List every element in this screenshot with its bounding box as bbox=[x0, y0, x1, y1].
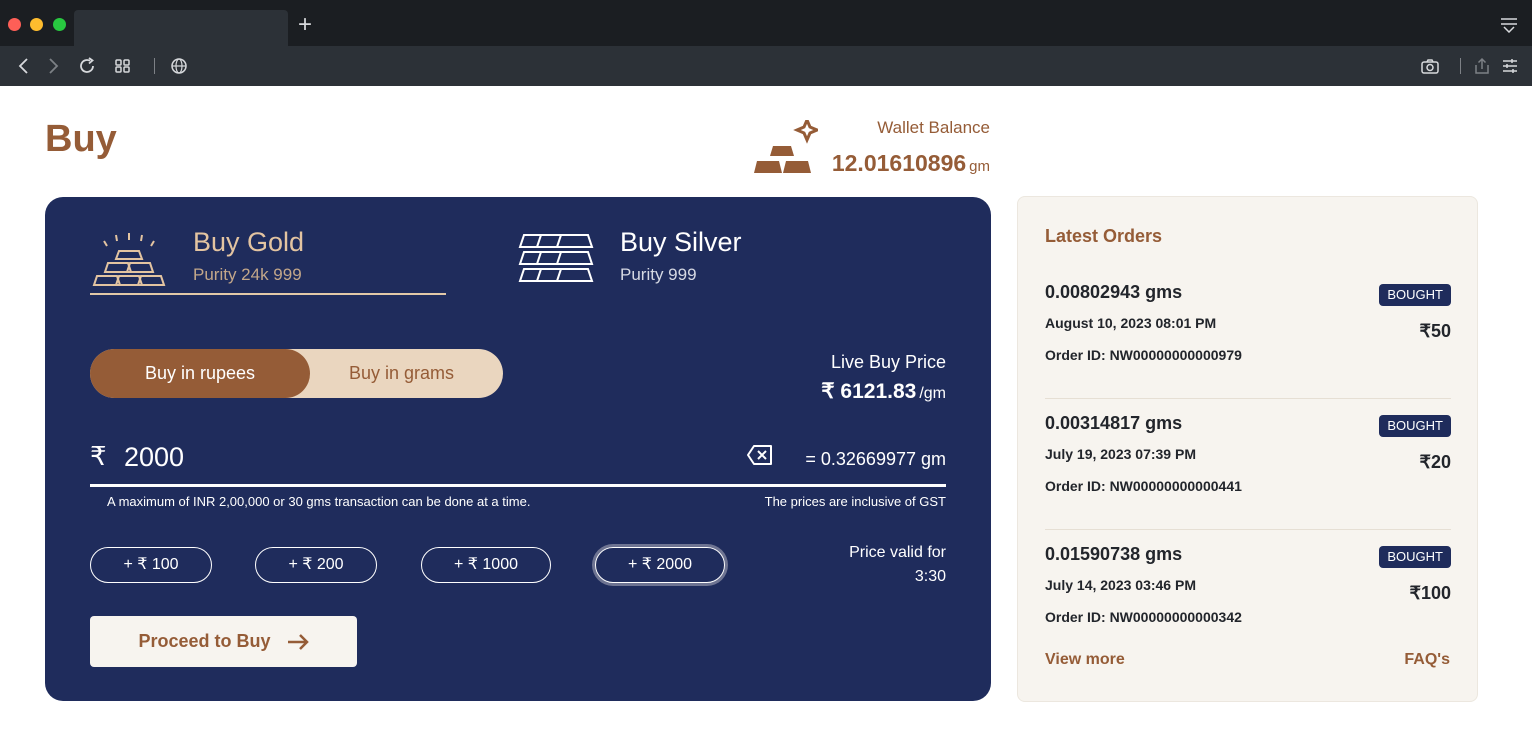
order-amount: ₹50 bbox=[1419, 321, 1451, 341]
order-status-badge: BOUGHT bbox=[1379, 415, 1451, 437]
buy-panel: Buy Gold Purity 24k 999 Buy Silver Purit… bbox=[45, 197, 991, 701]
order-status-badge: BOUGHT bbox=[1379, 546, 1451, 568]
new-tab-button[interactable]: + bbox=[292, 12, 318, 38]
page-content: Buy Wallet Balance 12.01610896 gm Buy Go… bbox=[0, 86, 1532, 756]
wallet-balance-amount: 12.01610896 bbox=[831, 150, 967, 176]
rupee-symbol: ₹ bbox=[90, 441, 107, 471]
buy-in-grams-button[interactable]: Buy in grams bbox=[300, 349, 503, 398]
tab-grid-icon[interactable] bbox=[113, 56, 133, 76]
forward-icon[interactable] bbox=[43, 56, 63, 76]
order-id: Order ID: NW00000000000441 bbox=[1045, 478, 1242, 494]
wallet-balance-value: 12.01610896 gm bbox=[790, 150, 990, 177]
live-buy-price-label: Live Buy Price bbox=[830, 352, 946, 372]
back-icon[interactable] bbox=[14, 56, 34, 76]
quick-add-100-button[interactable]: + ₹ 100 bbox=[90, 547, 212, 583]
buy-in-rupees-button[interactable]: Buy in rupees bbox=[90, 349, 310, 398]
page-title: Buy bbox=[45, 118, 117, 160]
browser-tab-active[interactable] bbox=[74, 10, 288, 46]
price-valid-label: Price valid for bbox=[849, 544, 946, 561]
view-more-link[interactable]: View more bbox=[1045, 651, 1125, 669]
latest-orders-panel: Latest Orders 0.00802943 gms August 10, … bbox=[1017, 196, 1478, 702]
order-quantity: 0.00802943 gms bbox=[1045, 282, 1183, 302]
wallet-balance-unit: gm bbox=[969, 158, 990, 175]
proceed-to-buy-label: Proceed to Buy bbox=[138, 631, 271, 651]
faqs-link[interactable]: FAQ's bbox=[1404, 651, 1450, 669]
quick-add-200-button[interactable]: + ₹ 200 bbox=[255, 547, 377, 583]
order-quantity: 0.00314817 gms bbox=[1045, 413, 1183, 433]
tab-list-icon[interactable] bbox=[1500, 17, 1518, 33]
transaction-limit-note: A maximum of INR 2,00,000 or 30 gms tran… bbox=[107, 494, 531, 509]
browser-toolbar bbox=[0, 46, 1532, 86]
buy-gold-label: Buy Gold bbox=[193, 227, 305, 257]
order-id: Order ID: NW00000000000979 bbox=[1045, 347, 1242, 363]
settings-sliders-icon[interactable] bbox=[1500, 56, 1520, 76]
window-minimize-button[interactable] bbox=[30, 18, 43, 31]
order-item[interactable]: 0.00314817 gms July 19, 2023 07:39 PM Or… bbox=[1045, 410, 1451, 530]
order-date: August 10, 2023 08:01 PM bbox=[1045, 315, 1217, 331]
order-id: Order ID: NW00000000000342 bbox=[1045, 609, 1242, 625]
order-amount: ₹100 bbox=[1409, 583, 1451, 603]
wallet-balance-label: Wallet Balance bbox=[877, 118, 990, 137]
price-valid-timer: 3:30 bbox=[914, 568, 946, 585]
tab-buy-gold[interactable]: Buy Gold Purity 24k 999 bbox=[90, 225, 446, 295]
quick-add-2000-button[interactable]: + ₹ 2000 bbox=[595, 547, 725, 583]
buy-mode-toggle: Buy in grams Buy in rupees bbox=[90, 349, 503, 398]
order-item[interactable]: 0.01590738 gms July 14, 2023 03:46 PM Or… bbox=[1045, 541, 1451, 661]
gst-note: The prices are inclusive of GST bbox=[764, 494, 946, 509]
live-buy-price-amount: ₹ 6121.83 bbox=[821, 380, 917, 403]
order-date: July 19, 2023 07:39 PM bbox=[1045, 446, 1196, 462]
backspace-icon[interactable] bbox=[746, 443, 774, 467]
window-close-button[interactable] bbox=[8, 18, 21, 31]
toolbar-divider bbox=[154, 58, 155, 74]
browser-tab-bar: + bbox=[0, 0, 1532, 46]
amount-input[interactable] bbox=[124, 439, 684, 475]
order-date: July 14, 2023 03:46 PM bbox=[1045, 577, 1196, 593]
amount-field: ₹ = 0.32669977 gm bbox=[90, 435, 946, 487]
order-status-badge: BOUGHT bbox=[1379, 284, 1451, 306]
order-item[interactable]: 0.00802943 gms August 10, 2023 08:01 PM … bbox=[1045, 279, 1451, 399]
globe-icon[interactable] bbox=[169, 56, 189, 76]
tab-buy-silver[interactable]: Buy Silver Purity 999 bbox=[517, 225, 817, 295]
live-buy-price-unit: /gm bbox=[919, 385, 946, 402]
latest-orders-title: Latest Orders bbox=[1045, 226, 1163, 246]
live-buy-price-value: ₹ 6121.83/gm bbox=[821, 379, 946, 404]
buy-gold-purity: Purity 24k 999 bbox=[193, 265, 302, 284]
buy-silver-label: Buy Silver bbox=[620, 227, 742, 257]
camera-icon[interactable] bbox=[1420, 56, 1440, 76]
share-icon[interactable] bbox=[1472, 56, 1492, 76]
silver-bars-icon bbox=[518, 234, 594, 282]
gold-bars-icon bbox=[92, 233, 166, 286]
quick-add-1000-button[interactable]: + ₹ 1000 bbox=[421, 547, 551, 583]
order-amount: ₹20 bbox=[1419, 452, 1451, 472]
order-quantity: 0.01590738 gms bbox=[1045, 544, 1183, 564]
window-maximize-button[interactable] bbox=[53, 18, 66, 31]
arrow-right-icon bbox=[287, 634, 309, 651]
reload-icon[interactable] bbox=[77, 56, 97, 76]
buy-silver-purity: Purity 999 bbox=[620, 265, 697, 284]
proceed-to-buy-button[interactable]: Proceed to Buy bbox=[90, 616, 357, 667]
toolbar-divider bbox=[1460, 58, 1461, 74]
converted-grams: = 0.32669977 gm bbox=[805, 449, 946, 469]
